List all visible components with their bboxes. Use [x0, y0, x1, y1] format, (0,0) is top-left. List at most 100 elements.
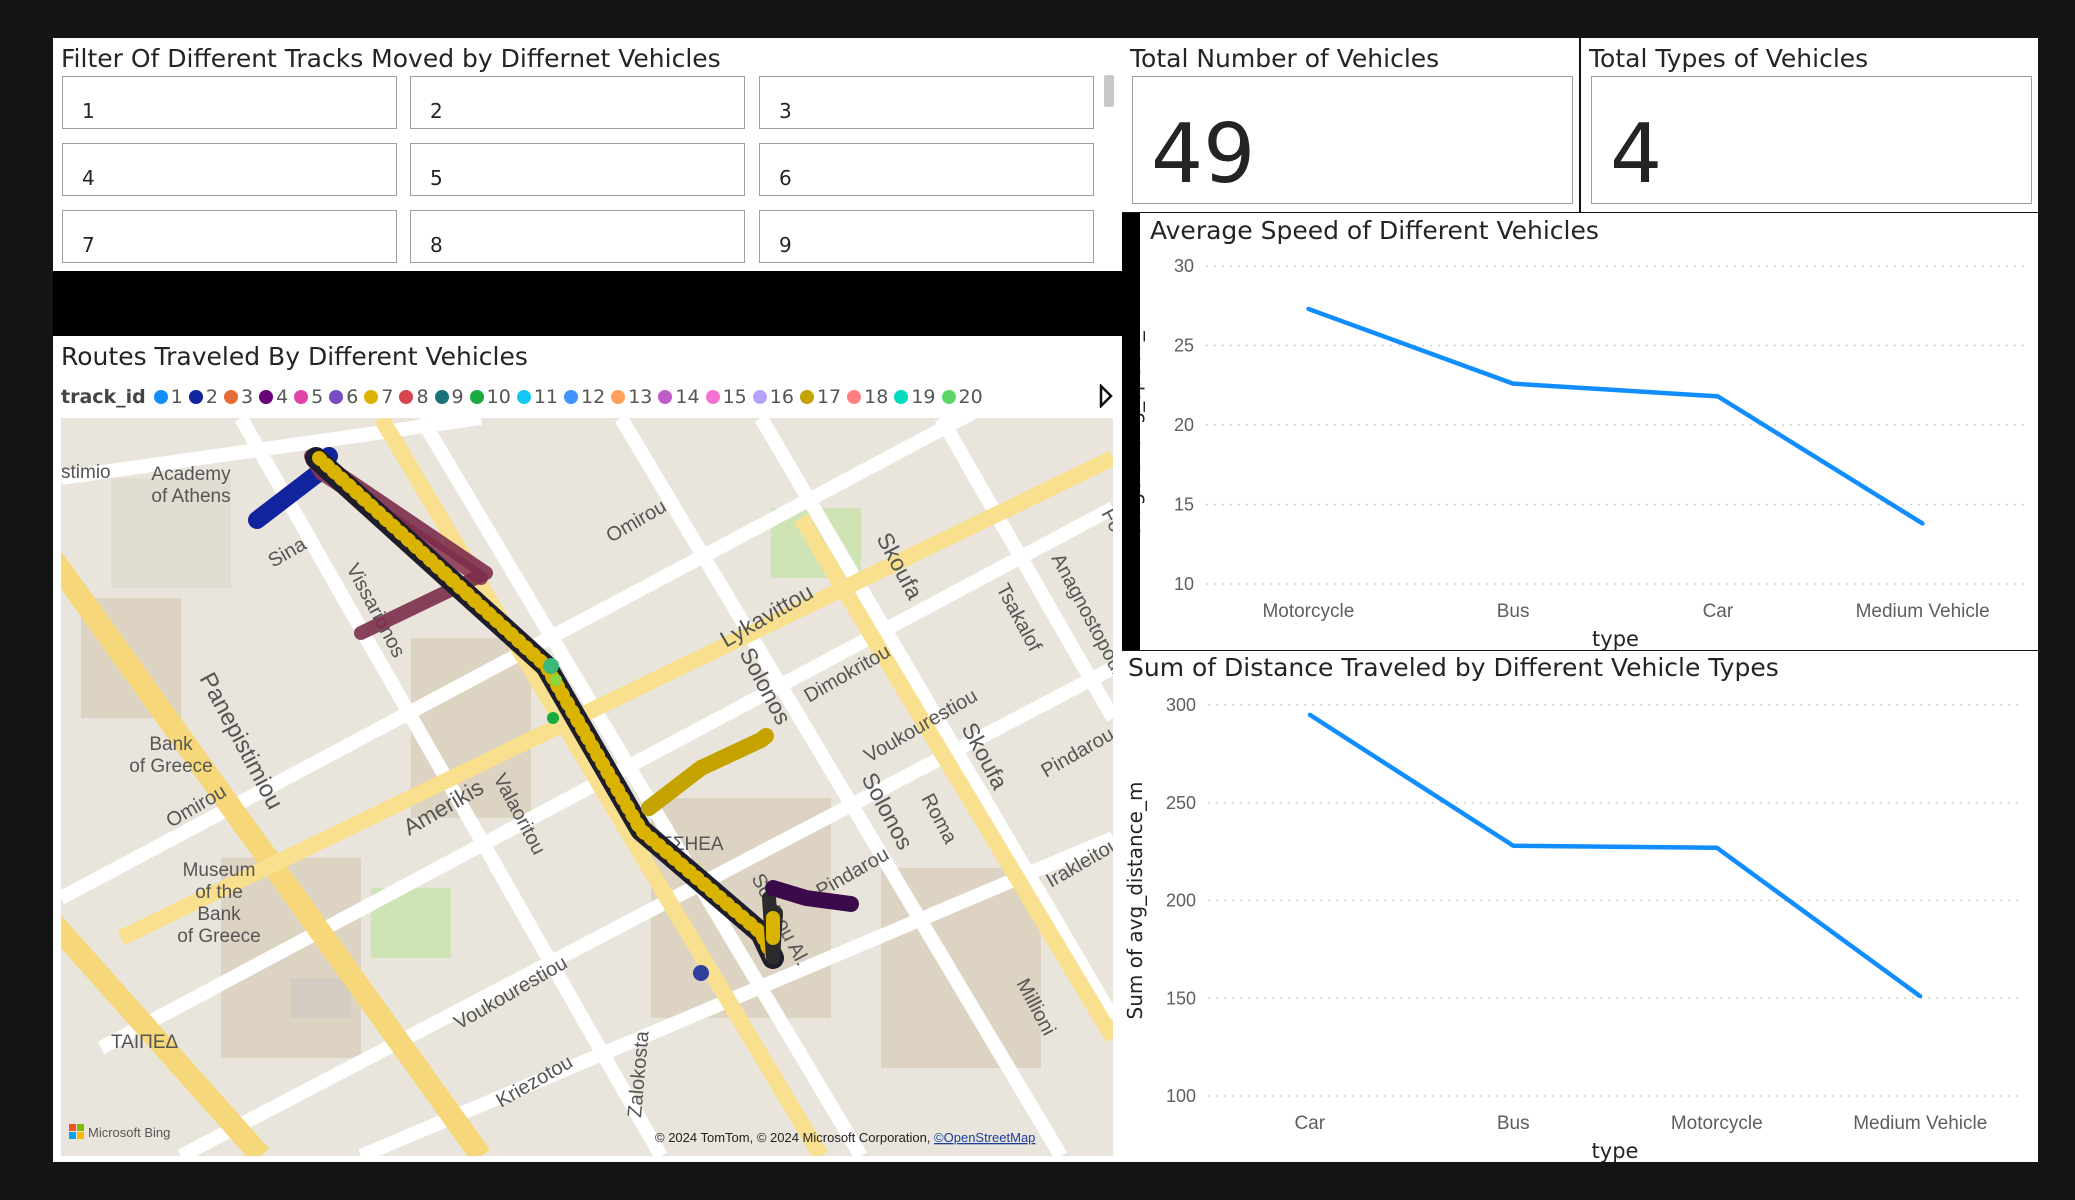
legend-item[interactable]: 16 [752, 386, 794, 408]
bing-label: Microsoft Bing [88, 1125, 170, 1140]
label-academy: Academy [151, 464, 231, 485]
card-value: 49 [1151, 107, 1256, 202]
x-axis-title: type [1592, 627, 1639, 650]
y-axis-title: Average of avg_speed_kmh [1140, 287, 1145, 562]
total-types-card: Total Types of Vehicles 4 [1581, 38, 2038, 212]
data-point[interactable] [1307, 712, 1312, 717]
legend-dot-icon [847, 390, 862, 404]
slicer-tile[interactable]: 1 [62, 76, 397, 129]
legend-item[interactable]: 10 [469, 386, 511, 408]
map-title: Routes Traveled By Different Vehicles [61, 342, 528, 371]
legend-item[interactable]: 2 [188, 386, 218, 408]
legend-dot-icon [516, 390, 531, 404]
label-museum: of the [195, 882, 243, 903]
legend-item[interactable]: 11 [516, 386, 558, 408]
legend-item[interactable]: 17 [799, 386, 842, 408]
slicer-tile[interactable]: 8 [410, 210, 745, 263]
x-tick-label: Bus [1497, 601, 1530, 622]
data-point[interactable] [1306, 306, 1311, 311]
label-museum: Museum [183, 860, 256, 881]
data-point[interactable] [1714, 845, 1719, 850]
map-header-bar [53, 271, 1122, 337]
legend-item[interactable]: 12 [564, 386, 605, 408]
slicer-tile-label: 3 [779, 99, 792, 123]
slicer-scrollbar[interactable] [1104, 75, 1114, 107]
legend-dot-icon [611, 390, 626, 404]
legend-item-label: 15 [722, 386, 747, 408]
chart-side-bar [1122, 213, 1140, 650]
label-academy: of Athens [151, 486, 230, 507]
card-box: 49 [1132, 76, 1573, 204]
data-point[interactable] [1511, 381, 1516, 386]
legend-item[interactable]: 8 [399, 386, 429, 408]
legend-dot-icon [894, 390, 909, 404]
slicer-tile[interactable]: 2 [410, 76, 745, 129]
legend-item-label: 6 [346, 386, 359, 408]
legend-item-label: 20 [958, 386, 983, 408]
legend-item[interactable]: 9 [434, 386, 464, 408]
legend-item[interactable]: 14 [658, 386, 700, 408]
slicer-tile-label: 2 [430, 99, 443, 123]
legend-item-label: 14 [675, 386, 700, 408]
legend-dot-icon [799, 390, 814, 404]
x-tick-label: Medium Vehicle [1856, 601, 1990, 622]
data-point[interactable] [1918, 994, 1923, 999]
legend-item-label: 19 [911, 386, 936, 408]
label-taiped: ΤΑΙΠΕΔ [111, 1032, 179, 1053]
legend-dot-icon [752, 390, 767, 404]
legend-item[interactable]: 6 [329, 386, 358, 408]
slicer-tile[interactable]: 6 [759, 143, 1094, 196]
legend-title: track_id [61, 386, 146, 408]
legend-item-label: 16 [769, 386, 794, 408]
legend-item[interactable]: 18 [847, 386, 888, 408]
slicer-tile-label: 8 [430, 233, 443, 257]
slicer-tile[interactable]: 7 [62, 210, 397, 263]
legend-dot-icon [705, 390, 720, 404]
y-tick-label: 150 [1166, 988, 1196, 1008]
legend-next-arrow-icon[interactable] [1099, 384, 1113, 408]
slicer-tile[interactable]: 4 [62, 143, 397, 196]
slicer-tile[interactable]: 5 [410, 143, 745, 196]
label-museum: of Greece [177, 926, 260, 947]
slicer-tile-label: 1 [82, 99, 95, 123]
y-tick-label: 100 [1166, 1086, 1196, 1106]
legend-dot-icon [434, 390, 449, 404]
legend-item-label: 9 [451, 386, 464, 408]
chart-plot: 10 15 20 25 30 Motorcycle Bus Car Medium Vehicle… [1140, 256, 2025, 650]
label-museum: Bank [197, 904, 241, 925]
card-box: 4 [1591, 76, 2032, 204]
data-point[interactable] [1715, 394, 1720, 399]
y-tick-label: 300 [1166, 695, 1196, 715]
y-tick-label: 200 [1166, 891, 1196, 911]
legend-item[interactable]: 5 [294, 386, 323, 408]
data-point[interactable] [1511, 843, 1516, 848]
x-tick-label: Car [1703, 601, 1734, 622]
slicer-tile[interactable]: 3 [759, 76, 1094, 129]
legend-item-label: 17 [816, 386, 842, 408]
slicer-title: Filter Of Different Tracks Moved by Diff… [61, 44, 721, 73]
y-tick-label: 30 [1174, 256, 1194, 276]
slicer-tile-label: 5 [430, 166, 443, 190]
legend-item[interactable]: 13 [611, 386, 652, 408]
legend-item[interactable]: 7 [364, 386, 393, 408]
legend-dot-icon [188, 390, 203, 404]
data-point[interactable] [1920, 521, 1925, 526]
legend-item-label: 5 [311, 386, 324, 408]
map-canvas[interactable]: Academy of Athens Bank of Greece Museum … [61, 418, 1113, 1156]
avg-speed-chart: Average Speed of Different Vehicles 10 15… [1140, 213, 2038, 650]
routes-map-visual: Routes Traveled By Different Vehicles tr… [53, 336, 1122, 1162]
slicer-tile[interactable]: 9 [759, 210, 1094, 263]
series-line[interactable] [1307, 306, 1924, 526]
osm-link[interactable]: ©OpenStreetMap [934, 1130, 1035, 1145]
legend-item[interactable]: 19 [894, 386, 936, 408]
legend-item[interactable]: 1 [153, 386, 183, 408]
y-axis-title: Sum of avg_distance_m [1123, 782, 1147, 1020]
legend-item-label: 2 [205, 386, 218, 408]
legend-item[interactable]: 4 [259, 386, 288, 408]
legend-item[interactable]: 20 [941, 386, 983, 408]
label-bank: of Greece [129, 756, 212, 777]
legend-item[interactable]: 15 [705, 386, 747, 408]
legend-item[interactable]: 3 [223, 386, 253, 408]
chart-plot: 100 150 200 250 300 Car Bus Motorcycle Medium Ve… [1123, 695, 2022, 1162]
series-line[interactable] [1308, 712, 1922, 999]
